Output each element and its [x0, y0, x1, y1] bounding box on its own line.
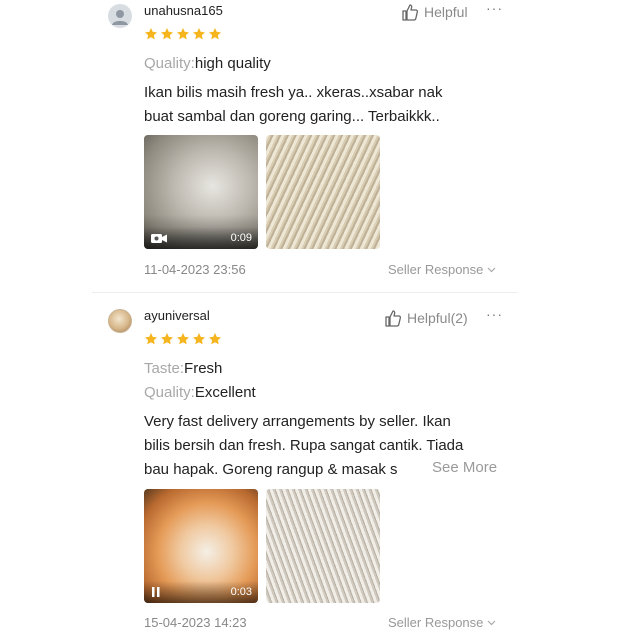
seller-response-label: Seller Response	[388, 615, 484, 630]
star-icon	[144, 28, 158, 40]
star-rating	[144, 27, 222, 41]
thumbs-up-icon	[402, 4, 419, 21]
review-text-line: bau hapak. Goreng rangup & masak s	[144, 461, 398, 478]
review-text-line: Ikan bilis masih fresh ya.. xkeras..xsab…	[144, 84, 443, 101]
avatar[interactable]	[108, 309, 132, 333]
pause-icon[interactable]	[150, 586, 164, 598]
star-icon	[176, 28, 190, 40]
review-text: Ikan bilis masih fresh ya.. xkeras..xsab…	[144, 81, 504, 129]
review-image-thumbnail[interactable]	[266, 489, 380, 603]
helpful-button[interactable]: Helpful	[400, 2, 468, 22]
review-image-thumbnail[interactable]	[266, 135, 380, 249]
star-icon	[144, 333, 158, 345]
seller-response-toggle[interactable]: Seller Response	[388, 615, 496, 630]
attribute-key: Taste:	[144, 360, 185, 377]
star-rating	[144, 332, 222, 346]
attribute-key: Quality:	[144, 384, 195, 401]
review-attribute: Quality:Excellent	[144, 384, 256, 401]
review-divider	[92, 292, 518, 293]
reviewer-username[interactable]: unahusna165	[144, 3, 223, 18]
review-video-thumbnail[interactable]: 0:09	[144, 135, 258, 249]
text-fade	[396, 458, 426, 480]
star-icon	[192, 333, 206, 345]
star-icon	[160, 28, 174, 40]
avatar[interactable]	[108, 4, 132, 28]
attribute-value: Excellent	[194, 384, 256, 401]
user-silhouette-icon	[112, 10, 128, 25]
thumbs-up-icon	[385, 310, 402, 327]
review-text-line: bilis bersih dan fresh. Rupa sangat cant…	[144, 437, 464, 454]
helpful-label: Helpful	[424, 4, 468, 20]
more-options-button[interactable]: ···	[486, 306, 503, 322]
review-text-line: Very fast delivery arrangements by selle…	[144, 413, 451, 430]
helpful-label: Helpful(2)	[407, 310, 468, 326]
more-options-button[interactable]: ···	[486, 0, 503, 16]
review-video-thumbnail[interactable]: 0:03	[144, 489, 258, 603]
video-control-bar: 0:09	[144, 227, 258, 249]
video-camera-icon	[151, 233, 167, 243]
see-more-link[interactable]: See More	[426, 459, 498, 476]
video-duration: 0:03	[230, 586, 252, 598]
attribute-key: Quality:	[144, 55, 195, 72]
star-icon	[160, 333, 174, 345]
star-icon	[208, 333, 222, 345]
star-icon	[208, 28, 222, 40]
helpful-button[interactable]: Helpful(2)	[383, 308, 468, 328]
video-control-bar: 0:03	[144, 581, 258, 603]
attribute-value: Fresh	[184, 360, 223, 377]
chevron-down-icon	[487, 620, 496, 625]
seller-response-label: Seller Response	[388, 262, 484, 277]
review-attribute: Quality:high quality	[144, 55, 271, 72]
seller-response-toggle[interactable]: Seller Response	[388, 262, 496, 277]
review-timestamp: 11-04-2023 23:56	[144, 262, 246, 277]
chevron-down-icon	[487, 267, 496, 272]
reviewer-username[interactable]: ayuniversal	[144, 308, 210, 323]
attribute-value: high quality	[194, 55, 271, 72]
star-icon	[192, 28, 206, 40]
review-text-line: buat sambal dan goreng garing... Terbaik…	[144, 108, 440, 125]
star-icon	[176, 333, 190, 345]
review-attribute: Taste:Fresh	[144, 360, 222, 377]
review-timestamp: 15-04-2023 14:23	[144, 615, 247, 630]
video-duration: 0:09	[230, 232, 252, 244]
